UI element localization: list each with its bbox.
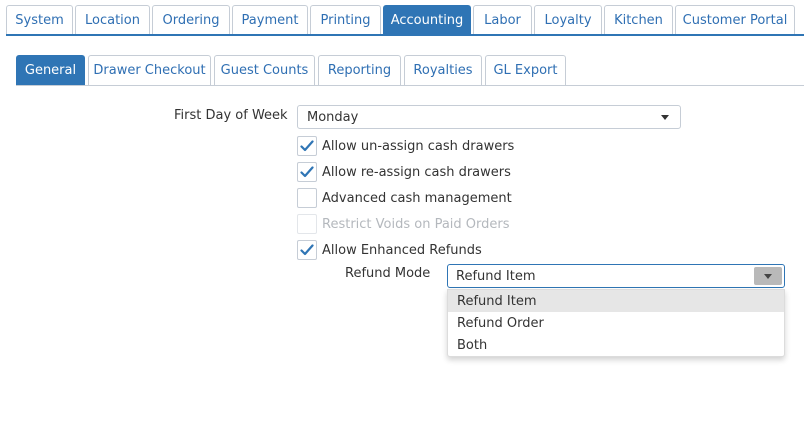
restrict-voids-label: Restrict Voids on Paid Orders (322, 216, 510, 232)
refund-mode-dropdown-button[interactable] (754, 267, 782, 285)
restrict-voids-checkbox (297, 214, 317, 234)
allow-reassign-cash-drawers-row: Allow re-assign cash drawers (297, 162, 511, 182)
refund-mode-option-both[interactable]: Both (448, 334, 784, 356)
allow-unassign-cash-drawers-row: Allow un-assign cash drawers (297, 136, 514, 156)
restrict-voids-row: Restrict Voids on Paid Orders (297, 214, 510, 234)
tab-system[interactable]: System (6, 5, 73, 34)
advanced-cash-management-row: Advanced cash management (297, 188, 512, 208)
tab-accounting[interactable]: Accounting (383, 5, 471, 34)
top-tab-underline (6, 34, 804, 36)
allow-enhanced-refunds-checkbox[interactable] (297, 240, 317, 260)
allow-reassign-cash-drawers-label: Allow re-assign cash drawers (322, 164, 511, 180)
sub-tab-bar: General Drawer Checkout Guest Counts Rep… (16, 55, 569, 85)
refund-mode-value: Refund Item (456, 268, 536, 284)
caret-down-icon (661, 115, 669, 120)
checkmark-icon (300, 166, 314, 178)
advanced-cash-management-label: Advanced cash management (322, 190, 512, 206)
tab-loyalty[interactable]: Loyalty (534, 5, 602, 34)
refund-mode-select[interactable]: Refund Item (447, 264, 785, 288)
sub-tab-underline (16, 85, 804, 86)
subtab-general[interactable]: General (16, 55, 85, 85)
advanced-cash-management-checkbox[interactable] (297, 188, 317, 208)
tab-ordering[interactable]: Ordering (152, 5, 230, 34)
tab-payment[interactable]: Payment (232, 5, 308, 34)
allow-unassign-cash-drawers-label: Allow un-assign cash drawers (322, 138, 515, 154)
tab-printing[interactable]: Printing (310, 5, 381, 34)
refund-mode-option-refund-item[interactable]: Refund Item (448, 290, 784, 312)
first-day-of-week-label: First Day of Week (174, 108, 288, 123)
subtab-royalties[interactable]: Royalties (404, 55, 482, 85)
refund-mode-label: Refund Mode (345, 266, 431, 281)
refund-mode-option-refund-order[interactable]: Refund Order (448, 312, 784, 334)
subtab-guest-counts[interactable]: Guest Counts (214, 55, 315, 85)
subtab-drawer-checkout[interactable]: Drawer Checkout (88, 55, 211, 85)
tab-kitchen[interactable]: Kitchen (604, 5, 673, 34)
subtab-gl-export[interactable]: GL Export (485, 55, 566, 85)
allow-reassign-cash-drawers-checkbox[interactable] (297, 162, 317, 182)
checkmark-icon (300, 140, 314, 152)
refund-mode-dropdown-list: Refund Item Refund Order Both (447, 289, 785, 357)
tab-customer-portal[interactable]: Customer Portal (675, 5, 795, 34)
allow-enhanced-refunds-row: Allow Enhanced Refunds (297, 240, 482, 260)
allow-unassign-cash-drawers-checkbox[interactable] (297, 136, 317, 156)
first-day-of-week-select[interactable]: Monday (297, 105, 681, 129)
tab-location[interactable]: Location (75, 5, 150, 34)
allow-enhanced-refunds-label: Allow Enhanced Refunds (322, 242, 482, 258)
tab-labor[interactable]: Labor (473, 5, 532, 34)
top-tab-bar: System Location Ordering Payment Printin… (6, 5, 797, 35)
subtab-reporting[interactable]: Reporting (318, 55, 401, 85)
first-day-of-week-value: Monday (307, 109, 359, 125)
caret-down-icon (764, 274, 772, 279)
checkmark-icon (300, 244, 314, 256)
